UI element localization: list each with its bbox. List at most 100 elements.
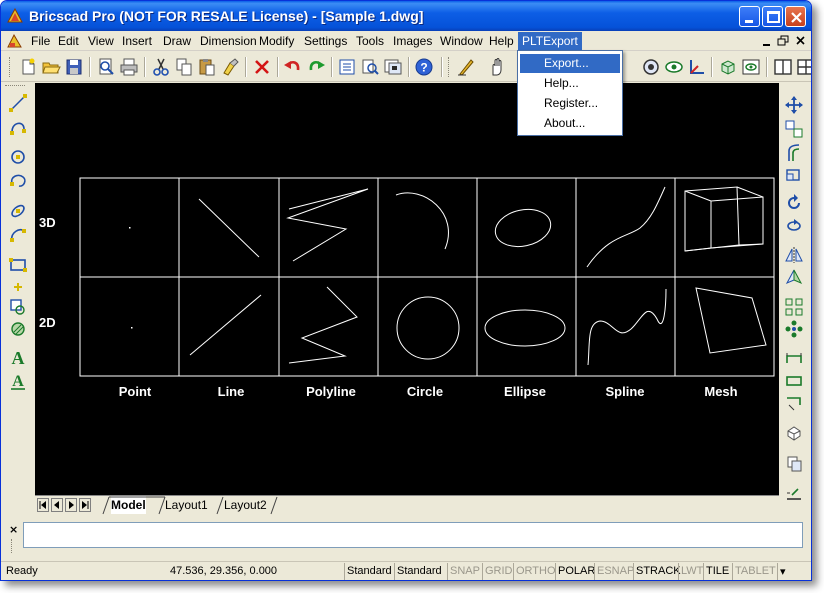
explode-tool-icon[interactable] — [784, 423, 804, 443]
chamfer-tool-icon[interactable] — [784, 483, 804, 503]
status-polar[interactable]: POLAR — [555, 563, 597, 580]
multiline-text-icon[interactable]: A — [8, 371, 28, 391]
mirror-3d-icon[interactable] — [784, 267, 804, 287]
menu-pltexport[interactable]: PLTExport — [518, 32, 582, 50]
ellipse-arc-icon[interactable] — [8, 225, 28, 245]
status-tile[interactable]: TILE — [703, 563, 731, 580]
delete-icon[interactable] — [252, 57, 272, 77]
redo-icon[interactable] — [306, 57, 326, 77]
menu-help[interactable]: Help — [489, 34, 514, 48]
document-icon[interactable] — [7, 33, 23, 49]
undo-icon[interactable] — [283, 57, 303, 77]
status-grid[interactable]: GRID — [482, 563, 515, 580]
visibility-icon[interactable] — [664, 57, 684, 77]
minimize-button[interactable] — [739, 6, 760, 27]
status-lwt[interactable]: LWT — [678, 563, 705, 580]
design-center-icon[interactable] — [360, 57, 380, 77]
revision-cloud-icon[interactable] — [8, 171, 28, 191]
polar-array-icon[interactable] — [784, 319, 804, 339]
print-preview-icon[interactable] — [96, 57, 116, 77]
status-menu-arrow[interactable]: ▾ — [777, 563, 788, 580]
status-tablet[interactable]: TABLET — [732, 563, 778, 580]
3d-view-icon[interactable] — [718, 57, 738, 77]
trim-tool-icon[interactable] — [784, 393, 804, 413]
ellipse-tool-icon[interactable] — [8, 201, 28, 221]
rotate-3d-icon[interactable] — [784, 215, 804, 235]
status-strack[interactable]: STRACK — [633, 563, 683, 580]
text-tool-icon[interactable]: A — [8, 347, 28, 367]
rectangle-tool-icon[interactable] — [8, 255, 28, 275]
save-icon[interactable] — [64, 57, 84, 77]
status-ortho[interactable]: ORTHO — [513, 563, 558, 580]
status-snap[interactable]: SNAP — [447, 563, 482, 580]
last-tab-button[interactable] — [79, 498, 91, 512]
array-tool-icon[interactable] — [784, 297, 804, 317]
new-file-icon[interactable] — [18, 57, 38, 77]
split-viewports-icon[interactable] — [796, 57, 812, 77]
zoom-icon[interactable] — [641, 57, 661, 77]
first-tab-button[interactable] — [37, 498, 49, 512]
menuitem-about[interactable]: About... — [520, 114, 620, 133]
command-grip[interactable] — [11, 539, 14, 553]
copy-icon[interactable] — [174, 57, 194, 77]
prev-tab-button[interactable] — [51, 498, 63, 512]
menu-settings[interactable]: Settings — [304, 34, 347, 48]
tile-viewports-icon[interactable] — [773, 57, 793, 77]
command-close-button[interactable]: × — [9, 523, 18, 536]
status-dim-style[interactable]: Standard — [394, 563, 444, 580]
menuitem-register[interactable]: Register... — [520, 94, 620, 113]
open-folder-icon[interactable] — [41, 57, 61, 77]
menu-file[interactable]: File — [31, 34, 50, 48]
menu-insert[interactable]: Insert — [122, 34, 152, 48]
named-views-icon[interactable] — [741, 57, 761, 77]
pen-icon[interactable] — [456, 57, 476, 77]
close-button[interactable] — [785, 6, 806, 27]
move-tool-icon[interactable] — [784, 95, 804, 115]
ucs-icon[interactable] — [687, 57, 707, 77]
hatch-tool-icon[interactable] — [8, 319, 28, 339]
menu-window[interactable]: Window — [440, 34, 483, 48]
pan-icon[interactable] — [487, 57, 507, 77]
menuitem-help[interactable]: Help... — [520, 74, 620, 93]
menu-draw[interactable]: Draw — [163, 34, 191, 48]
print-icon[interactable] — [119, 57, 139, 77]
status-text-style[interactable]: Standard — [344, 563, 394, 580]
menu-view[interactable]: View — [88, 34, 114, 48]
paste-icon[interactable] — [197, 57, 217, 77]
point-tool-icon[interactable] — [8, 277, 28, 297]
properties-icon[interactable] — [337, 57, 357, 77]
mdi-close-icon[interactable] — [793, 34, 809, 48]
maximize-button[interactable] — [762, 6, 783, 27]
insert-block-icon[interactable] — [8, 297, 28, 317]
cut-icon[interactable] — [151, 57, 171, 77]
stretch-tool-icon[interactable] — [784, 349, 804, 369]
next-tab-button[interactable] — [65, 498, 77, 512]
mdi-restore-icon[interactable] — [775, 34, 791, 48]
title-bar[interactable]: Bricscad Pro (NOT FOR RESALE License) - … — [1, 1, 811, 31]
menu-dimension[interactable]: Dimension — [200, 34, 257, 48]
extend-tool-icon[interactable] — [784, 371, 804, 391]
command-input[interactable] — [23, 522, 803, 548]
rotate-tool-icon[interactable] — [784, 193, 804, 213]
menuitem-export[interactable]: Export... — [520, 54, 620, 73]
scale-tool-icon[interactable] — [784, 165, 804, 185]
status-esnap[interactable]: ESNAP — [594, 563, 636, 580]
mirror-tool-icon[interactable] — [784, 245, 804, 265]
menu-edit[interactable]: Edit — [58, 34, 79, 48]
mdi-minimize-icon[interactable] — [759, 34, 775, 48]
arc-tool-icon[interactable] — [8, 117, 28, 137]
break-tool-icon[interactable] — [784, 453, 804, 473]
menu-tools[interactable]: Tools — [356, 34, 384, 48]
menu-modify[interactable]: Modify — [259, 34, 294, 48]
copy-entity-icon[interactable] — [784, 119, 804, 139]
menu-images[interactable]: Images — [393, 34, 432, 48]
offset-tool-icon[interactable] — [784, 143, 804, 163]
toolbar-grip[interactable] — [9, 57, 12, 77]
help-icon[interactable]: ? — [414, 57, 434, 77]
circle-tool-icon[interactable] — [8, 147, 28, 167]
drawing-canvas[interactable]: 3D 2D Point Line Polyline Circle Ellipse… — [35, 83, 779, 495]
match-properties-icon[interactable] — [220, 57, 240, 77]
layer-manager-icon[interactable] — [383, 57, 403, 77]
line-tool-icon[interactable] — [8, 93, 28, 113]
svg-text:A: A — [12, 373, 24, 390]
